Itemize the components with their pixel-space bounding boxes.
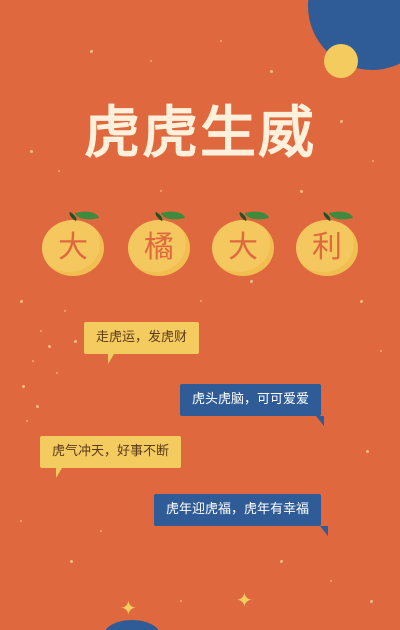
orange-3: 大 (212, 207, 274, 276)
orange-1: 大 (42, 207, 104, 276)
poster-title: 虎虎生威 (84, 101, 316, 166)
speech-bubble-3: 虎气冲天，好事不断 (40, 436, 182, 468)
poster: 虎虎生威 大 橘 大 利 走虎运，发虎财 虎头虎脑，可可爱爱 虎气冲天，好事不断… (0, 0, 400, 630)
speech-bubble-4: 虎年迎虎福，虎年有幸福 (154, 494, 322, 526)
bubble-tail (316, 416, 324, 426)
bubble-tail (56, 468, 62, 478)
speech-bubble-1: 走虎运，发虎财 (84, 322, 200, 354)
orange-char: 橘 (144, 230, 174, 265)
yellow-circle-decoration (324, 44, 358, 78)
orange-2: 橘 (128, 207, 190, 276)
speech-bubble-2: 虎头虎脑，可可爱爱 (180, 384, 322, 416)
sparkle-icon: ✦ (120, 596, 137, 620)
orange-char: 大 (228, 230, 258, 265)
sparkle-icon: ✦ (236, 588, 253, 612)
bubble-tail (320, 526, 328, 536)
blue-circle-decoration (104, 620, 160, 630)
orange-char: 利 (312, 230, 342, 265)
bubble-tail (108, 354, 114, 364)
orange-char: 大 (58, 230, 88, 265)
orange-4: 利 (296, 207, 358, 276)
